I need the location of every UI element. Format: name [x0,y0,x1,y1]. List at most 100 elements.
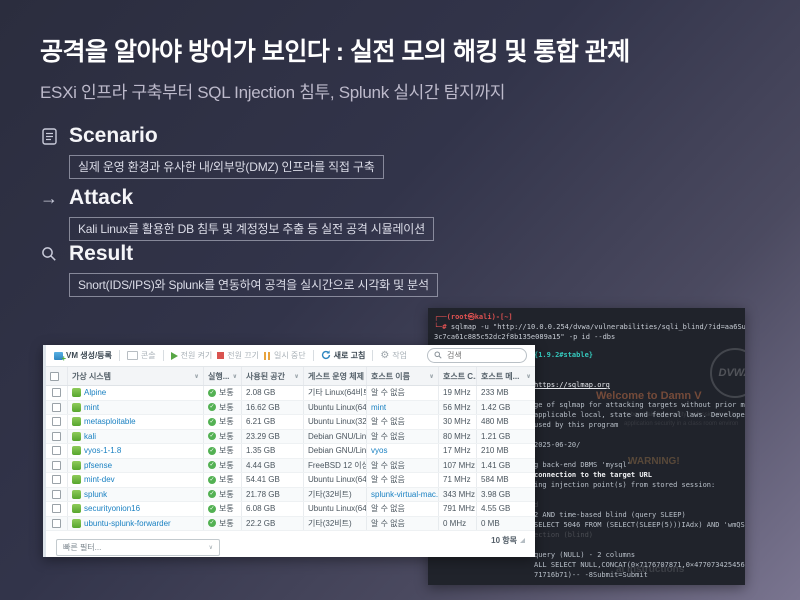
refresh-button[interactable]: 새로 고침 [321,350,366,362]
vm-name-link[interactable]: kali [84,432,96,441]
row-checkbox[interactable] [52,446,61,455]
console-button[interactable]: 콘솔 [127,350,156,361]
column-header-host-name[interactable]: 호스트 이름∨ [367,367,439,385]
status-ok-icon: ✓ [208,461,216,469]
vm-table-row[interactable]: securityonion16 ✓보통 6.08 GB Ubuntu Linux… [46,502,535,517]
host-mem-value: 210 MB [477,444,535,458]
vm-table-row[interactable]: ubuntu-splunk-forwarder ✓보통 22.2 GB 기타(3… [46,517,535,532]
row-checkbox[interactable] [52,504,61,513]
status-label: 보통 [219,387,234,398]
vm-name-link[interactable]: vyos-1-1.8 [84,446,121,455]
host-name-value: 알 수 없음 [367,430,439,444]
status-ok-icon: ✓ [208,490,216,498]
host-name-value[interactable]: vyos [367,444,439,458]
row-checkbox[interactable] [52,475,61,484]
vm-search-box[interactable] [427,348,527,363]
power-off-button[interactable]: 전원 끄기 [217,350,259,361]
vm-table-row[interactable]: mint ✓보통 16.62 GB Ubuntu Linux(64비... mi… [46,401,535,416]
search-input[interactable] [445,350,509,361]
column-header-vm-name[interactable]: 가상 시스템∨ [68,367,204,385]
vm-table-row[interactable]: kali ✓보통 23.29 GB Debian GNU/Linux... 알 … [46,430,535,445]
power-on-button[interactable]: 전원 켜기 [171,350,213,361]
column-header-used-space[interactable]: 사용된 공간∨ [242,367,304,385]
guest-os-value: Debian GNU/Linux... [304,444,367,458]
vm-name-link[interactable]: Alpine [84,388,106,397]
vm-table-row[interactable]: pfsense ✓보통 4.44 GB FreeBSD 12 이상 ... 알 … [46,459,535,474]
presentation-slide: 공격을 알아야 방어가 보인다 : 실전 모의 해킹 및 통합 관제 ESXi … [0,0,800,600]
row-checkbox[interactable] [52,388,61,397]
vm-name-link[interactable]: ubuntu-splunk-forwarder [84,519,171,528]
host-name-value[interactable]: splunk-virtual-mac... [367,488,439,502]
row-checkbox[interactable] [52,461,61,470]
row-checkbox[interactable] [52,432,61,441]
row-checkbox[interactable] [52,519,61,528]
chevron-down-icon[interactable]: ∨ [294,373,299,380]
terminal-line: ing injection point(s) from stored sessi… [534,480,745,490]
host-name-value[interactable]: mint [367,401,439,415]
chevron-down-icon[interactable]: ∨ [194,373,199,380]
vm-toolbar: VM 생성/등록 콘솔 전원 켜기 전원 끄기 일시 중단 새로 고침 ⚙작업 [46,345,535,366]
host-cpu-value: 343 MHz [439,488,477,502]
column-header-host-mem[interactable]: 호스트 메...∨ [477,367,535,385]
column-header-host-cpu[interactable]: 호스트 C...∨ [439,367,477,385]
terminal-output: {1.9.2#stable} https://sqlmap.org ge of … [534,350,745,580]
row-checkbox[interactable] [52,417,61,426]
select-all-checkbox[interactable] [50,372,59,381]
terminal-line: 2 AND time-based blind (query SLEEP) [534,510,745,520]
guest-os-value: 기타(32비트) [304,488,367,502]
terminal-line: ge of sqlmap for attacking targets witho… [534,400,745,410]
host-mem-value: 1.21 GB [477,430,535,444]
used-space-value: 22.2 GB [242,517,304,531]
terminal-line [534,360,745,370]
column-header-status[interactable]: 실행...∨ [204,367,242,385]
vm-table-row[interactable]: vyos-1-1.8 ✓보통 1.35 GB Debian GNU/Linux.… [46,444,535,459]
vm-name-link[interactable]: metasploitable [84,417,136,426]
host-mem-value: 480 MB [477,415,535,429]
toolbar-divider [372,350,373,361]
vm-name-link[interactable]: mint [84,403,99,412]
vm-table-row[interactable]: mint-dev ✓보통 54.41 GB Ubuntu Linux(64비..… [46,473,535,488]
section-scenario: Scenario 실제 운영 환경과 유사한 내/외부망(DMZ) 인프라를 직… [40,124,384,179]
host-cpu-value: 19 MHz [439,386,477,400]
vm-name-link[interactable]: pfsense [84,461,112,470]
chevron-down-icon[interactable]: ∨ [429,373,434,380]
row-checkbox[interactable] [52,490,61,499]
vm-table-row[interactable]: metasploitable ✓보통 6.21 GB Ubuntu Linux(… [46,415,535,430]
vm-name-link[interactable]: mint-dev [84,475,115,484]
suspend-button[interactable]: 일시 중단 [264,350,306,361]
section-heading: Scenario [69,124,158,148]
vm-name-link[interactable]: splunk [84,490,107,499]
terminal-line: query (NULL) - 2 columns [534,550,745,560]
terminal-line: 2025-06-20/ [534,440,745,450]
host-mem-value: 4.55 GB [477,502,535,516]
vm-name-link[interactable]: securityonion16 [84,504,140,513]
actions-button[interactable]: ⚙작업 [380,350,407,361]
section-heading: Attack [69,186,133,210]
vm-create-button[interactable]: VM 생성/등록 [54,350,112,361]
terminal-line [534,370,745,380]
chevron-down-icon[interactable]: ∨ [232,373,237,380]
host-name-value: 알 수 없음 [367,517,439,531]
column-header-guest-os[interactable]: 게스트 운영 체제∨ [304,367,367,385]
vm-table-row[interactable]: Alpine ✓보통 2.08 GB 기타 Linux(64비트) 알 수 없음… [46,386,535,401]
status-label: 보통 [219,460,234,471]
terminal-line [534,390,745,400]
sqlmap-command-wrap: 3c7ca61c885c52dc2f8b135e089a15" -p id --… [434,333,615,341]
status-label: 보통 [219,489,234,500]
quick-filter-select[interactable]: 빠른 필터...∨ [56,539,220,556]
sqlmap-command: sqlmap -u "http://10.0.0.254/dvwa/vulner… [447,323,745,331]
resize-grip-icon[interactable] [520,538,525,543]
toolbar-divider [313,350,314,361]
host-cpu-value: 80 MHz [439,430,477,444]
vm-icon [72,446,81,455]
chevron-down-icon[interactable]: ∨ [526,373,531,380]
host-cpu-value: 30 MHz [439,415,477,429]
vm-table-row[interactable]: splunk ✓보통 21.78 GB 기타(32비트) splunk-virt… [46,488,535,503]
host-mem-value: 1.41 GB [477,459,535,473]
section-heading: Result [69,242,133,266]
vm-icon [72,475,81,484]
section-description: Kali Linux를 활용한 DB 침투 및 계정정보 추출 등 실전 공격 … [69,217,434,241]
host-mem-value: 584 MB [477,473,535,487]
row-checkbox[interactable] [52,403,61,412]
vm-create-icon [54,352,63,360]
